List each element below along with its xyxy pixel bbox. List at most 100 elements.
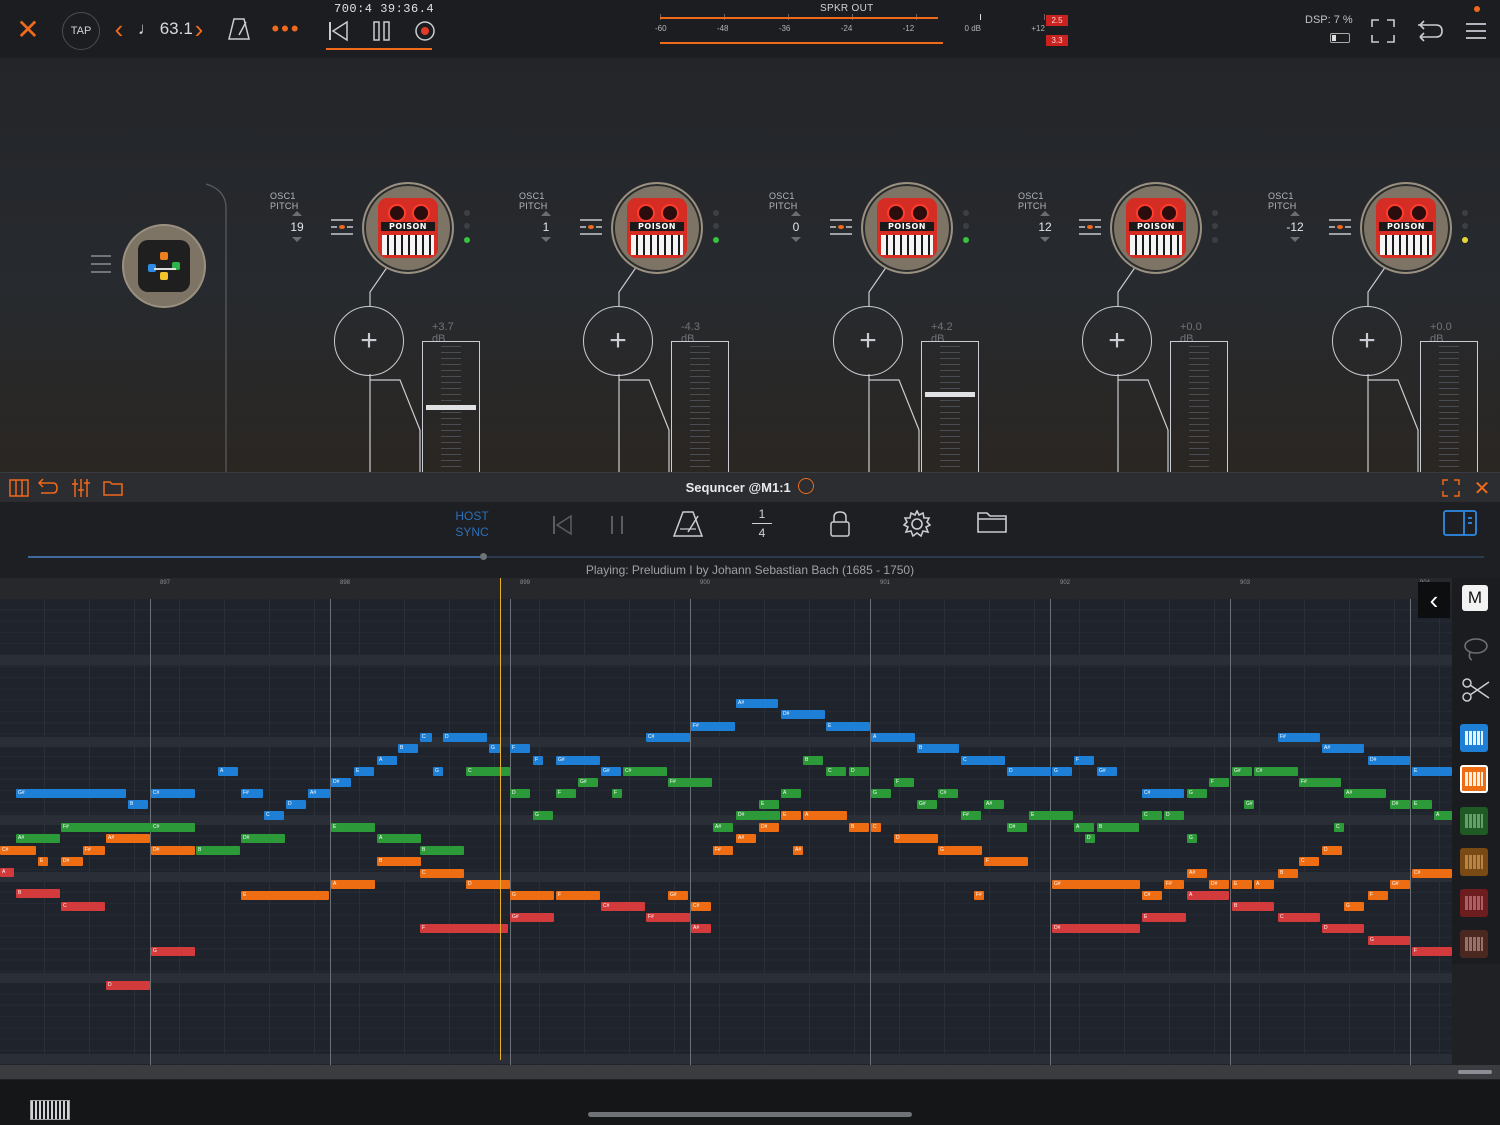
peak-indicator-left[interactable]: 2.5 — [1046, 15, 1068, 26]
midi-note[interactable]: D — [466, 880, 510, 889]
midi-note[interactable]: E — [241, 891, 329, 900]
midi-note[interactable]: G# — [1244, 800, 1254, 809]
midi-note[interactable]: F# — [241, 789, 263, 798]
midi-note[interactable]: E — [1412, 767, 1452, 776]
midi-note[interactable]: A — [871, 733, 915, 742]
volume-fader[interactable] — [1170, 341, 1228, 472]
midi-note[interactable]: C# — [151, 789, 195, 798]
pitch-value[interactable]: 1 — [531, 220, 561, 234]
peak-indicator-right[interactable]: 3.3 — [1046, 35, 1068, 46]
midi-note[interactable]: C — [1299, 857, 1319, 866]
midi-note[interactable]: A — [781, 789, 801, 798]
midi-note[interactable]: F — [1412, 947, 1452, 956]
midi-note[interactable]: D — [1322, 846, 1342, 855]
horizontal-scrollbar[interactable] — [0, 1065, 1500, 1079]
midi-note[interactable]: G# — [1232, 767, 1252, 776]
pitch-value[interactable]: 0 — [781, 220, 811, 234]
midi-note[interactable]: F — [1074, 756, 1094, 765]
midi-note[interactable]: C# — [691, 902, 711, 911]
midi-note[interactable]: B — [849, 823, 869, 832]
midi-note[interactable]: C — [826, 767, 846, 776]
midi-note[interactable]: F — [612, 789, 622, 798]
volume-fader[interactable] — [1420, 341, 1478, 472]
midi-note[interactable]: C# — [151, 823, 195, 832]
midi-note[interactable]: A# — [106, 834, 150, 843]
midi-note[interactable]: G# — [556, 756, 600, 765]
midi-note[interactable]: E — [331, 823, 375, 832]
midi-note[interactable]: A# — [984, 800, 1004, 809]
mode-button[interactable]: M — [1462, 585, 1488, 611]
more-icon[interactable]: ••• — [271, 14, 300, 44]
pitch-up-icon[interactable] — [791, 211, 801, 216]
close-sequencer-icon[interactable]: ✕ — [1470, 475, 1494, 501]
param-slider-icon[interactable] — [331, 219, 353, 235]
song-progress-handle[interactable] — [480, 553, 487, 560]
tempo-value[interactable]: ♩ 63.1 — [138, 19, 193, 39]
midi-note[interactable]: A# — [713, 823, 733, 832]
poison-plugin-icon[interactable]: POISON — [1110, 182, 1202, 274]
midi-note[interactable]: C# — [1254, 767, 1298, 776]
midi-note[interactable]: A# — [16, 834, 60, 843]
playhead[interactable] — [500, 578, 501, 1060]
midi-note[interactable]: A — [803, 811, 847, 820]
midi-note[interactable]: F — [1368, 891, 1388, 900]
midi-note[interactable]: A# — [736, 834, 756, 843]
midi-note[interactable]: G# — [578, 778, 598, 787]
lock-icon[interactable] — [829, 510, 853, 540]
midi-note[interactable]: G — [433, 767, 443, 776]
seq-folder-icon[interactable] — [976, 510, 1008, 536]
midi-note[interactable]: F — [533, 756, 543, 765]
midi-note[interactable]: B — [803, 756, 823, 765]
quantize-value[interactable]: 1 4 — [750, 506, 774, 541]
midi-note[interactable]: F# — [83, 846, 105, 855]
midi-note[interactable]: D# — [759, 823, 779, 832]
pitch-down-icon[interactable] — [1290, 237, 1300, 242]
piano-roll[interactable]: G# C# F# A# D# E A B C D G F G# C# F# A# D# E A B C D G F G# C# F#… — [0, 599, 1452, 1065]
bar-ruler[interactable] — [0, 578, 1500, 599]
pitch-up-icon[interactable] — [1040, 211, 1050, 216]
track-4-button[interactable] — [1460, 848, 1488, 876]
folder-icon[interactable] — [102, 477, 124, 499]
midi-note[interactable]: C# — [601, 902, 645, 911]
midi-note[interactable]: F — [556, 789, 576, 798]
midi-note[interactable]: B — [917, 744, 959, 753]
poison-plugin-icon[interactable]: POISON — [861, 182, 953, 274]
pitch-value[interactable]: 19 — [282, 220, 312, 234]
midi-note[interactable]: D — [1085, 834, 1095, 843]
midi-note[interactable]: A — [218, 767, 238, 776]
close-icon[interactable]: ✕ — [14, 14, 42, 45]
midi-note[interactable]: G# — [510, 913, 554, 922]
mixer-icon[interactable] — [70, 477, 92, 499]
track-2-button[interactable] — [1460, 765, 1488, 793]
pitch-up-icon[interactable] — [541, 211, 551, 216]
midi-note[interactable]: A — [377, 756, 397, 765]
midi-note[interactable]: E — [1412, 800, 1432, 809]
midi-note[interactable]: F — [984, 857, 1028, 866]
pitch-down-icon[interactable] — [791, 237, 801, 242]
midi-note[interactable]: A — [1434, 811, 1452, 820]
param-slider-icon[interactable] — [1329, 219, 1351, 235]
midi-note[interactable]: A — [1254, 880, 1274, 889]
midi-note[interactable]: B — [1278, 869, 1298, 878]
param-slider-icon[interactable] — [1079, 219, 1101, 235]
midi-note[interactable]: D# — [241, 834, 285, 843]
midi-note[interactable]: A# — [691, 924, 711, 933]
midi-note[interactable]: E — [781, 811, 801, 820]
midi-note[interactable]: B — [1097, 823, 1139, 832]
tempo-increase-icon[interactable]: › — [190, 14, 208, 44]
track-6-button[interactable] — [1460, 930, 1488, 958]
add-plugin-button[interactable]: + — [833, 306, 903, 376]
pitch-value[interactable]: -12 — [1280, 220, 1310, 234]
midi-note[interactable]: C — [420, 733, 432, 742]
midi-note[interactable]: D# — [1007, 823, 1027, 832]
midi-note[interactable]: D# — [61, 857, 83, 866]
midi-note[interactable]: A — [1187, 891, 1229, 900]
midi-note[interactable]: C — [61, 902, 105, 911]
param-slider-icon[interactable] — [830, 219, 852, 235]
midi-note[interactable]: D — [1007, 767, 1051, 776]
midi-note[interactable]: B — [1232, 902, 1274, 911]
midi-note[interactable]: G# — [1097, 767, 1117, 776]
midi-note[interactable]: D# — [1390, 800, 1410, 809]
pause-icon[interactable] — [370, 18, 394, 44]
midi-note[interactable]: G — [871, 789, 891, 798]
